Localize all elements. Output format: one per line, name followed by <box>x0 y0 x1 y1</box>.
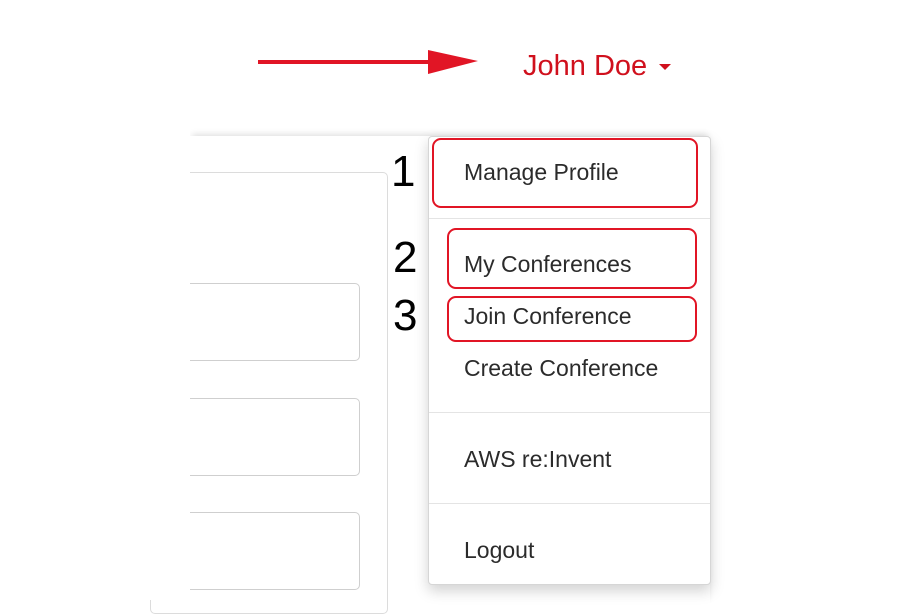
arrow-right-icon <box>258 50 478 74</box>
step-number-1: 1 <box>391 147 416 196</box>
menu-item-logout[interactable]: Logout <box>464 537 534 564</box>
step-number-3: 3 <box>393 291 418 340</box>
caret-down-icon <box>659 64 672 70</box>
user-menu-toggle[interactable]: John Doe <box>523 48 672 84</box>
highlight-box-3 <box>447 296 697 342</box>
left-area <box>0 120 190 600</box>
menu-divider <box>429 503 710 504</box>
highlight-box-1 <box>432 138 698 208</box>
menu-divider <box>429 412 710 413</box>
user-name: John Doe <box>523 50 648 82</box>
menu-divider <box>429 218 710 219</box>
highlight-box-2 <box>447 228 697 289</box>
menu-item-aws-reinvent[interactable]: AWS re:Invent <box>464 446 611 473</box>
menu-item-create-conference[interactable]: Create Conference <box>464 355 658 382</box>
step-number-2: 2 <box>393 233 418 282</box>
